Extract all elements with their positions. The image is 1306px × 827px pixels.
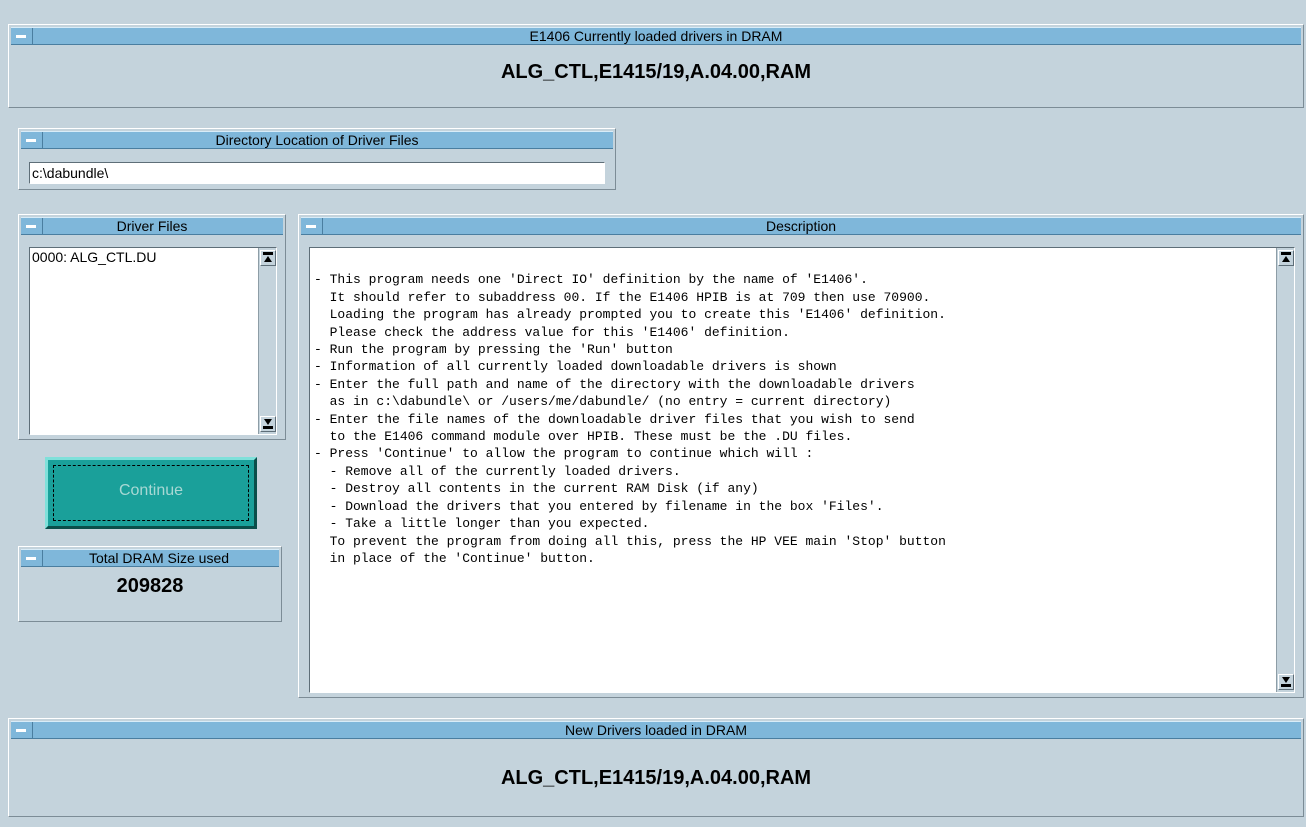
scroll-down-arrow-icon (264, 419, 272, 425)
minimize-icon[interactable] (11, 722, 33, 738)
current-drivers-panel: E1406 Currently loaded drivers in DRAM A… (8, 24, 1304, 108)
current-drivers-title: E1406 Currently loaded drivers in DRAM (529, 28, 783, 44)
total-dram-titlebar[interactable]: Total DRAM Size used (21, 549, 279, 567)
directory-panel: Directory Location of Driver Files (18, 128, 616, 190)
total-dram-title: Total DRAM Size used (88, 550, 230, 566)
description-text: - This program needs one 'Direct IO' def… (314, 272, 946, 566)
scroll-up-button[interactable] (1278, 250, 1294, 266)
directory-input[interactable] (29, 162, 605, 184)
driver-files-panel: Driver Files 0000: ALG_CTL.DU (18, 214, 286, 440)
scroll-up-arrow-icon (263, 252, 273, 255)
driver-files-title: Driver Files (116, 218, 188, 234)
scroll-down-button[interactable] (1278, 674, 1294, 690)
continue-button-label: Continue (118, 482, 184, 499)
new-drivers-titlebar[interactable]: New Drivers loaded in DRAM (11, 721, 1301, 739)
driver-file-item[interactable]: 0000: ALG_CTL.DU (30, 248, 276, 266)
driver-files-titlebar[interactable]: Driver Files (21, 217, 283, 235)
description-panel: Description - This program needs one 'Di… (298, 214, 1304, 698)
new-drivers-title: New Drivers loaded in DRAM (564, 722, 748, 738)
total-dram-panel: Total DRAM Size used 209828 (18, 546, 282, 622)
scroll-down-button[interactable] (260, 416, 276, 432)
description-titlebar[interactable]: Description (301, 217, 1301, 235)
minimize-icon[interactable] (301, 218, 323, 234)
driver-files-scrollbar[interactable] (258, 248, 276, 434)
scroll-down-arrow-icon (1282, 677, 1290, 683)
new-drivers-value: ALG_CTL,E1415/19,A.04.00,RAM (500, 767, 812, 789)
description-textarea[interactable]: - This program needs one 'Direct IO' def… (309, 247, 1295, 693)
directory-title: Directory Location of Driver Files (215, 132, 419, 148)
minimize-icon[interactable] (21, 132, 43, 148)
directory-titlebar[interactable]: Directory Location of Driver Files (21, 131, 613, 149)
driver-files-list[interactable]: 0000: ALG_CTL.DU (29, 247, 277, 435)
description-title: Description (765, 218, 837, 234)
minimize-icon[interactable] (21, 218, 43, 234)
new-drivers-panel: New Drivers loaded in DRAM ALG_CTL,E1415… (8, 718, 1304, 817)
continue-button[interactable]: Continue (45, 457, 257, 529)
current-drivers-value: ALG_CTL,E1415/19,A.04.00,RAM (500, 61, 812, 83)
scroll-up-arrow-icon (1281, 252, 1291, 255)
total-dram-value: 209828 (116, 575, 184, 597)
description-scrollbar[interactable] (1276, 248, 1294, 692)
current-drivers-titlebar[interactable]: E1406 Currently loaded drivers in DRAM (11, 27, 1301, 45)
minimize-icon[interactable] (11, 28, 33, 44)
minimize-icon[interactable] (21, 550, 43, 566)
scroll-up-button[interactable] (260, 250, 276, 266)
